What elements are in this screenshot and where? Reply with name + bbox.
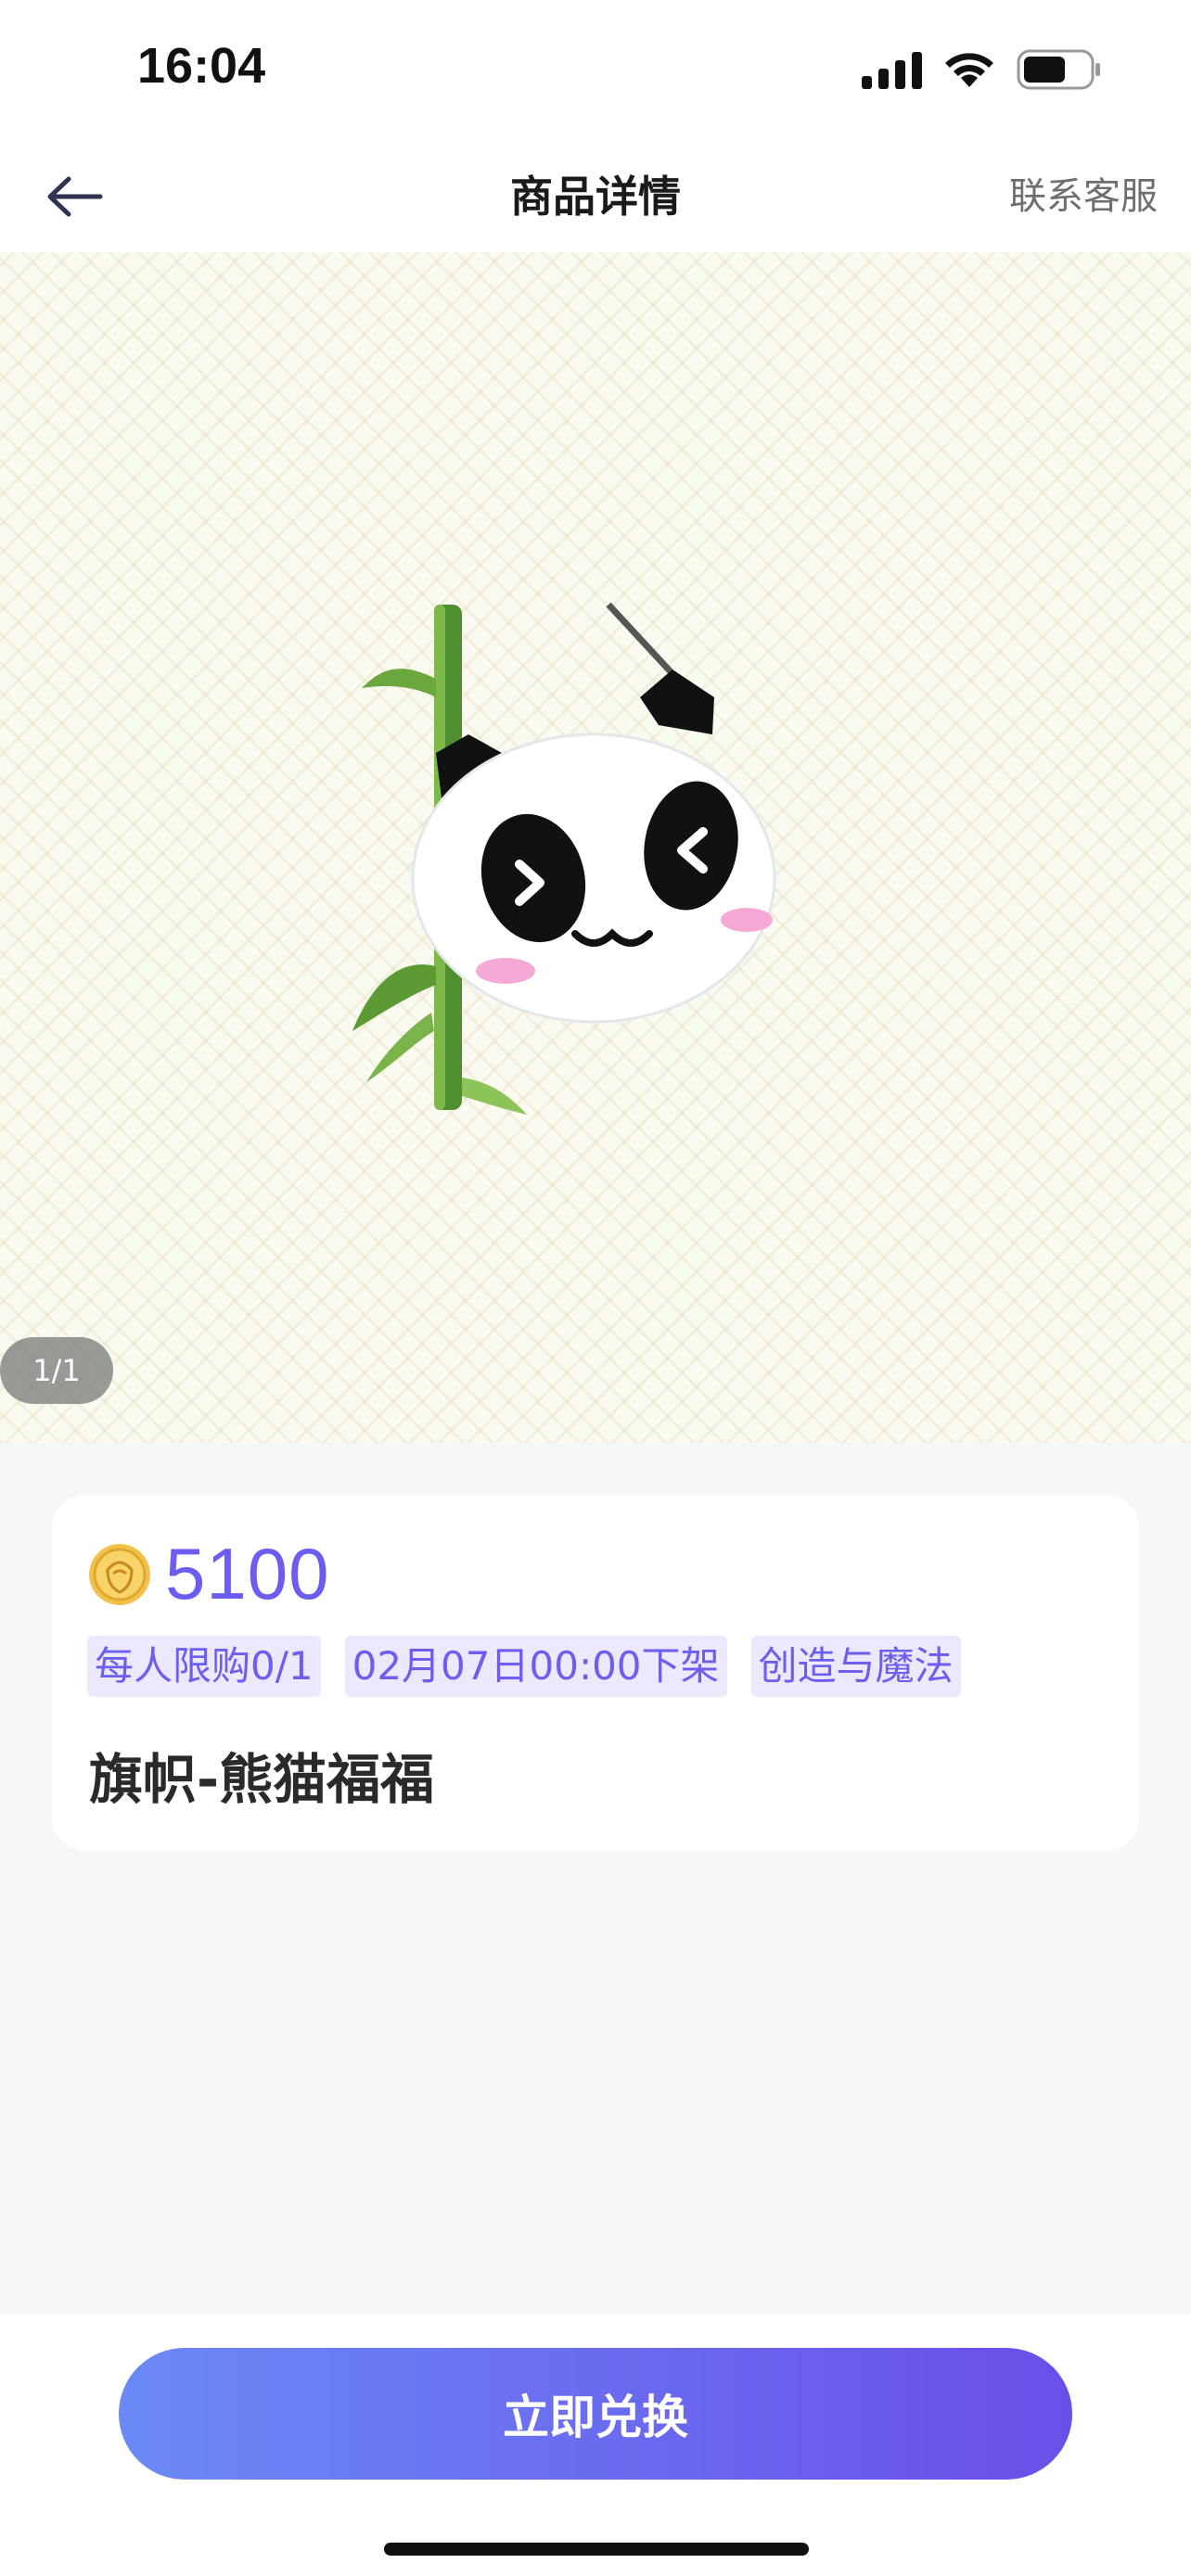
price-row: 5100	[87, 1532, 330, 1616]
game-tag: 创造与魔法	[750, 1636, 961, 1697]
purchase-limit-tag: 每人限购0/1	[87, 1636, 321, 1697]
bottom-bar: 立即兑换	[0, 2315, 1191, 2576]
status-bar: 16:04	[0, 0, 1191, 141]
coin-icon	[89, 1543, 150, 1605]
tags-row: 每人限购0/1 02月07日00:00下架 创造与魔法	[87, 1636, 961, 1697]
delist-time-tag: 02月07日00:00下架	[344, 1636, 727, 1697]
contact-service-link[interactable]: 联系客服	[1009, 166, 1158, 220]
battery-icon	[1017, 49, 1102, 90]
panda-flag-image	[352, 602, 776, 1115]
page: 16:04 商品详情 联系客服 1/1 5100 每人限购0/1 02月07日0…	[0, 0, 1191, 2576]
product-info-card: 5100 每人限购0/1 02月07日00:00下架 创造与魔法 旗帜-熊猫福福	[52, 1495, 1139, 1851]
redeem-button[interactable]: 立即兑换	[119, 2348, 1072, 2480]
home-indicator	[384, 2543, 809, 2556]
price-value: 5100	[165, 1533, 330, 1614]
product-gallery[interactable]: 1/1	[0, 252, 1191, 1443]
signal-icon	[862, 50, 922, 89]
product-name: 旗帜-熊猫福福	[89, 1748, 435, 1811]
image-counter: 1/1	[0, 1337, 113, 1404]
wifi-icon	[942, 50, 996, 89]
nav-bar: 商品详情 联系客服	[0, 141, 1191, 252]
status-time: 16:04	[137, 38, 266, 94]
status-icons	[862, 46, 1102, 93]
